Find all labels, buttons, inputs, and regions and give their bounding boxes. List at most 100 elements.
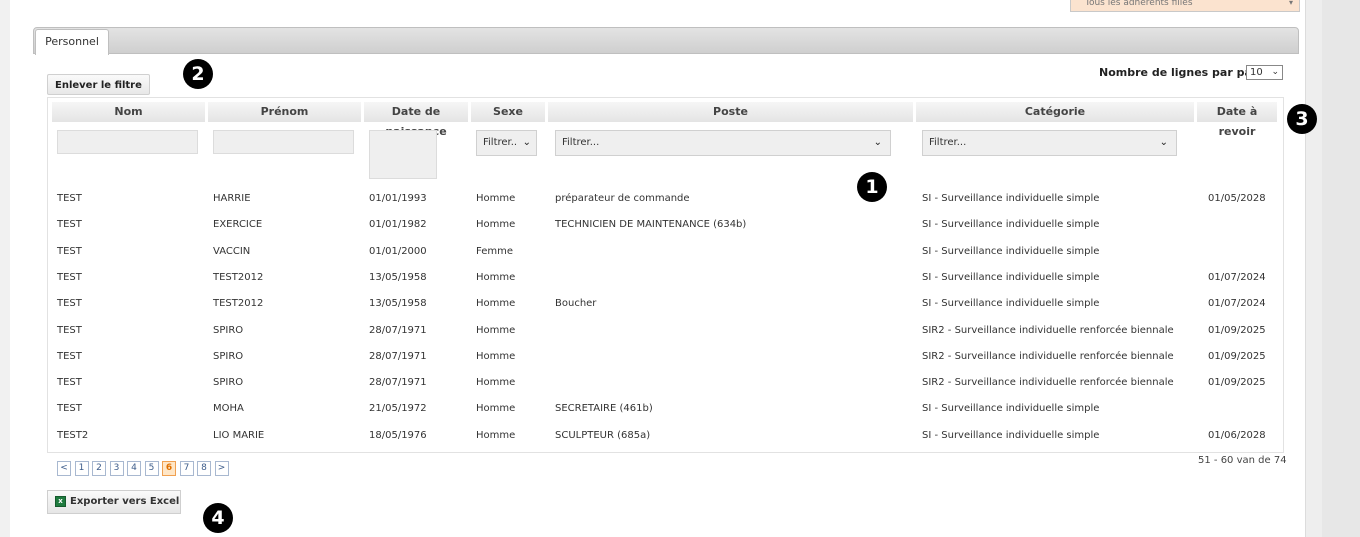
cell-revoir: 01/05/2028 bbox=[1208, 193, 1266, 204]
filter-poste-select[interactable]: Filtrer... ⌄ bbox=[555, 130, 891, 156]
cell-prenom: TEST2012 bbox=[213, 298, 264, 309]
cell-date: 28/07/1971 bbox=[369, 351, 427, 362]
excel-icon: x bbox=[55, 496, 66, 507]
tab-bar bbox=[33, 27, 1299, 54]
cell-date: 28/07/1971 bbox=[369, 377, 427, 388]
cell-prenom: SPIRO bbox=[213, 325, 244, 336]
cell-date: 01/01/2000 bbox=[369, 246, 427, 257]
page-link[interactable]: 6 bbox=[162, 461, 176, 476]
chevron-down-icon: ⌄ bbox=[873, 137, 882, 148]
cell-prenom: TEST2012 bbox=[213, 272, 264, 283]
cell-categorie: SI - Surveillance individuelle simple bbox=[922, 430, 1100, 441]
cell-prenom: MOHA bbox=[213, 403, 244, 414]
cell-sexe: Homme bbox=[476, 193, 516, 204]
cell-categorie: SI - Surveillance individuelle simple bbox=[922, 272, 1100, 283]
filter-sexe-select[interactable]: Filtrer.. ⌄ bbox=[476, 130, 537, 156]
cell-categorie: SI - Surveillance individuelle simple bbox=[922, 219, 1100, 230]
chevron-down-icon: ▾ bbox=[1288, 0, 1293, 7]
cell-sexe: Homme bbox=[476, 403, 516, 414]
scrollbar-track[interactable] bbox=[1322, 0, 1360, 537]
chevron-down-icon: ⌄ bbox=[522, 137, 531, 148]
cell-date: 01/01/1982 bbox=[369, 219, 427, 230]
cell-date: 13/05/1958 bbox=[369, 272, 427, 283]
chevron-down-icon: ⌄ bbox=[1159, 137, 1168, 148]
page-link[interactable]: 3 bbox=[109, 461, 124, 476]
chevron-down-icon: ⌄ bbox=[1271, 67, 1279, 77]
annotation-badge-1: 1 bbox=[857, 172, 887, 202]
cell-categorie: SIR2 - Surveillance individuelle renforc… bbox=[922, 377, 1174, 388]
cell-poste: SECRETAIRE (461b) bbox=[555, 403, 653, 414]
cell-sexe: Homme bbox=[476, 298, 516, 309]
cell-sexe: Homme bbox=[476, 219, 516, 230]
cell-categorie: SI - Surveillance individuelle simple bbox=[922, 298, 1100, 309]
filter-categorie-select[interactable]: Filtrer... ⌄ bbox=[922, 130, 1177, 156]
page-left-gutter bbox=[0, 0, 10, 537]
cell-sexe: Femme bbox=[476, 246, 513, 257]
next-page-button[interactable]: > bbox=[214, 461, 229, 476]
cell-nom: TEST bbox=[57, 403, 82, 414]
column-header-categorie[interactable]: Catégorie bbox=[916, 102, 1194, 122]
cell-nom: TEST bbox=[57, 272, 82, 283]
page-link[interactable]: 5 bbox=[144, 461, 159, 476]
column-header-date-naissance[interactable]: Date de naissance bbox=[364, 102, 468, 138]
prev-page-button[interactable]: < bbox=[57, 461, 71, 476]
member-filter-value: Tous les adhérents filles bbox=[1085, 0, 1193, 8]
cell-date: 13/05/1958 bbox=[369, 298, 427, 309]
tab-personnel[interactable]: Personnel bbox=[35, 29, 109, 55]
page-link[interactable]: 8 bbox=[197, 461, 211, 476]
cell-poste: préparateur de commande bbox=[555, 193, 690, 204]
cell-poste: Boucher bbox=[555, 298, 597, 309]
cell-revoir: 01/07/2024 bbox=[1208, 298, 1266, 309]
filter-sexe-placeholder: Filtrer.. bbox=[483, 137, 518, 148]
cell-prenom: EXERCICE bbox=[213, 219, 263, 230]
filter-categorie-placeholder: Filtrer... bbox=[929, 137, 967, 148]
column-header-sexe[interactable]: Sexe bbox=[471, 102, 545, 122]
page-link[interactable]: 2 bbox=[92, 461, 106, 476]
cell-categorie: SIR2 - Surveillance individuelle renforc… bbox=[922, 351, 1174, 362]
rows-per-page-select[interactable]: 10 ⌄ bbox=[1246, 65, 1283, 80]
cell-nom: TEST bbox=[57, 351, 82, 362]
page-link[interactable]: 7 bbox=[179, 461, 194, 476]
cell-date: 18/05/1976 bbox=[369, 430, 427, 441]
cell-nom: TEST bbox=[57, 298, 82, 309]
pagination-range: 51 - 60 van de 74 bbox=[1198, 455, 1287, 466]
cell-poste: SCULPTEUR (685a) bbox=[555, 430, 651, 441]
annotation-badge-4: 4 bbox=[203, 503, 233, 533]
column-header-date-revoir[interactable]: Date à revoir bbox=[1197, 102, 1277, 138]
cell-revoir: 01/09/2025 bbox=[1208, 325, 1266, 336]
cell-categorie: SI - Surveillance individuelle simple bbox=[922, 193, 1100, 204]
cell-nom: TEST bbox=[57, 325, 82, 336]
rows-per-page-value: 10 bbox=[1250, 67, 1263, 78]
remove-filter-button[interactable]: Enlever le filtre bbox=[47, 74, 150, 95]
filter-nom-input[interactable] bbox=[57, 130, 198, 154]
cell-categorie: SI - Surveillance individuelle simple bbox=[922, 403, 1100, 414]
column-header-nom[interactable]: Nom bbox=[52, 102, 205, 122]
page-link[interactable]: 1 bbox=[74, 461, 89, 476]
cell-poste: TECHNICIEN DE MAINTENANCE (634b) bbox=[555, 219, 747, 230]
cell-date: 21/05/1972 bbox=[369, 403, 427, 414]
cell-nom: TEST bbox=[57, 377, 82, 388]
cell-prenom: HARRIE bbox=[213, 193, 251, 204]
member-filter-select[interactable]: Tous les adhérents filles ▾ bbox=[1070, 0, 1300, 12]
export-excel-button[interactable]: x Exporter vers Excel bbox=[47, 490, 181, 514]
cell-prenom: SPIRO bbox=[213, 351, 244, 362]
cell-nom: TEST2 bbox=[57, 430, 89, 441]
export-excel-label: Exporter vers Excel bbox=[70, 496, 180, 507]
cell-revoir: 01/07/2024 bbox=[1208, 272, 1266, 283]
cell-nom: TEST bbox=[57, 193, 82, 204]
cell-sexe: Homme bbox=[476, 272, 516, 283]
cell-prenom: SPIRO bbox=[213, 377, 244, 388]
cell-revoir: 01/06/2028 bbox=[1208, 430, 1266, 441]
column-header-prenom[interactable]: Prénom bbox=[208, 102, 361, 122]
filter-prenom-input[interactable] bbox=[213, 130, 354, 154]
cell-sexe: Homme bbox=[476, 377, 516, 388]
page-link[interactable]: 4 bbox=[127, 461, 141, 476]
cell-categorie: SIR2 - Surveillance individuelle renforc… bbox=[922, 325, 1174, 336]
column-header-poste[interactable]: Poste bbox=[548, 102, 913, 122]
cell-sexe: Homme bbox=[476, 430, 516, 441]
annotation-badge-2: 2 bbox=[183, 59, 213, 89]
cell-sexe: Homme bbox=[476, 325, 516, 336]
cell-revoir: 01/09/2025 bbox=[1208, 351, 1266, 362]
rows-per-page-label: Nombre de lignes par page bbox=[1099, 66, 1268, 79]
filter-date-input[interactable] bbox=[369, 130, 437, 179]
